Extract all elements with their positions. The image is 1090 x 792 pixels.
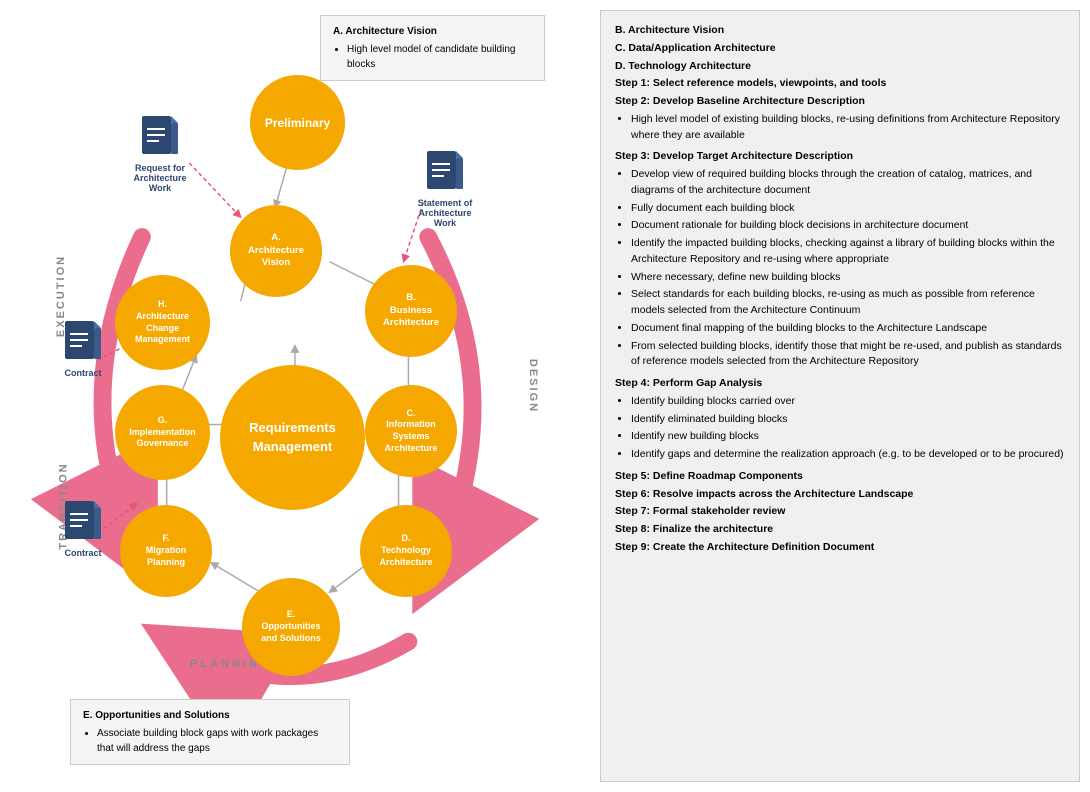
rp-step3-item8: From selected building blocks, identify …	[631, 339, 1065, 371]
rp-step3-item7: Document final mapping of the building b…	[631, 321, 1065, 337]
circle-center: Requirements Management	[220, 365, 365, 510]
circle-b: B. Business Architecture	[365, 265, 457, 357]
callout-top-item-1: High level model of candidate building b…	[347, 42, 532, 72]
rp-step4: Step 4: Perform Gap Analysis	[615, 376, 1065, 392]
circle-c: C. Information Systems Architecture	[365, 385, 457, 477]
rp-step8: Step 8: Finalize the architecture	[615, 522, 1065, 538]
rp-step3-item1: Develop view of required building blocks…	[631, 167, 1065, 199]
rp-step3-item6: Select standards for each building block…	[631, 287, 1065, 319]
circle-f: F. Migration Planning	[120, 505, 212, 597]
callout-bottom: E. Opportunities and Solutions Associate…	[70, 699, 350, 765]
rp-step3: Step 3: Develop Target Architecture Desc…	[615, 149, 1065, 165]
rp-step4-item4: Identify gaps and determine the realizat…	[631, 447, 1065, 463]
rp-step2-item1: High level model of existing building bl…	[631, 112, 1065, 144]
rp-step6: Step 6: Resolve impacts across the Archi…	[615, 487, 1065, 503]
rp-step4-item1: Identify building blocks carried over	[631, 394, 1065, 410]
circle-a: A. Architecture Vision	[230, 205, 322, 297]
callout-top: A. Architecture Vision High level model …	[320, 15, 545, 81]
rp-step4-item3: Identify new building blocks	[631, 429, 1065, 445]
rp-step3-item4: Identify the impacted building blocks, c…	[631, 236, 1065, 268]
rp-line-2: C. Data/Application Architecture	[615, 41, 1065, 57]
rp-step3-item2: Fully document each building block	[631, 201, 1065, 217]
circle-e: E. Opportunities and Solutions	[242, 578, 340, 676]
rp-step5: Step 5: Define Roadmap Components	[615, 469, 1065, 485]
rp-step3-item3: Document rationale for building block de…	[631, 218, 1065, 234]
doc-contract2: Contract	[48, 500, 118, 558]
rp-step3-item5: Where necessary, define new building blo…	[631, 270, 1065, 286]
rp-line-3: D. Technology Architecture	[615, 59, 1065, 75]
rp-line-1: B. Architecture Vision	[615, 23, 1065, 39]
right-panel: B. Architecture Vision C. Data/Applicati…	[600, 10, 1080, 782]
rp-step2: Step 2: Develop Baseline Architecture De…	[615, 94, 1065, 110]
callout-bottom-item-1: Associate building block gaps with work …	[97, 726, 337, 756]
circle-g: G. Implementation Governance	[115, 385, 210, 480]
circle-d: D. Technology Architecture	[360, 505, 452, 597]
rp-step4-item2: Identify eliminated building blocks	[631, 412, 1065, 428]
circle-preliminary: Preliminary	[250, 75, 345, 170]
circle-h: H. Architecture Change Management	[115, 275, 210, 370]
rp-step9: Step 9: Create the Architecture Definiti…	[615, 540, 1065, 556]
callout-top-title: A. Architecture Vision	[333, 24, 532, 39]
callout-bottom-title: E. Opportunities and Solutions	[83, 708, 337, 723]
doc-statement: Statement of Architecture Work	[410, 150, 480, 228]
doc-contract1: Contract	[48, 320, 118, 378]
rp-step1: Step 1: Select reference models, viewpoi…	[615, 76, 1065, 92]
design-label: DESIGN	[527, 359, 539, 413]
rp-step7: Step 7: Formal stakeholder review	[615, 504, 1065, 520]
doc-request: Request for Architecture Work	[125, 115, 195, 193]
